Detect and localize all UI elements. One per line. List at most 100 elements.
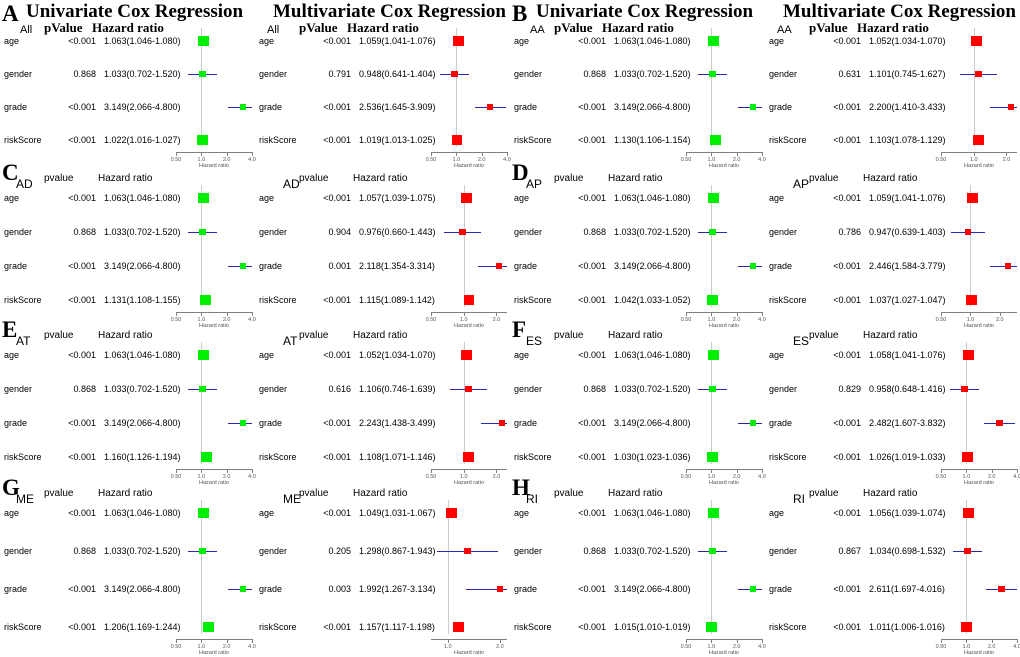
- axis-tick-label: 0.50: [935, 317, 947, 323]
- row-hazard-ratio-multivariate-b-riskscore: 1.103(1.078-1.129): [869, 135, 946, 145]
- x-axis-univariate-f: 0.50 1.0 2.0 4.0 Hazard ratio: [681, 469, 766, 487]
- x-axis-univariate-e: 0.50 1.0 2.0 4.0 Hazard ratio: [171, 469, 256, 487]
- row-label-univariate-f-gender: gender: [514, 384, 543, 394]
- row-pvalue-multivariate-c-riskscore: <0.001: [323, 295, 351, 305]
- row-label-univariate-d-gender: gender: [514, 227, 543, 237]
- row-label-univariate-a-grade: grade: [4, 102, 28, 112]
- row-pvalue-multivariate-a-gender: 0.791: [328, 69, 351, 79]
- x-axis-multivariate-a: 0.50 1.0 2.0 4.0 Hazard ratio: [426, 152, 511, 170]
- axis-tick: [252, 469, 253, 473]
- axis-tick-label: 0.50: [170, 644, 182, 650]
- row-hazard-ratio-univariate-f-riskscore: 1.030(1.023-1.036): [614, 452, 691, 462]
- axis-tick: [226, 152, 228, 156]
- axis-tick-label: 4.0: [248, 474, 256, 480]
- axis-tick: [176, 312, 177, 316]
- axis-line: [176, 469, 252, 470]
- row-hazard-ratio-univariate-h-riskscore: 1.015(1.010-1.019): [614, 622, 691, 632]
- row-pvalue-multivariate-e-grade: <0.001: [323, 418, 351, 428]
- axis-tick-label: 0.50: [170, 317, 182, 323]
- row-hazard-ratio-multivariate-h-age: 1.056(1.039-1.074): [869, 508, 946, 518]
- marker-multivariate-e-grade: [498, 419, 505, 427]
- marker-multivariate-h-gender: [964, 547, 971, 555]
- axis-title: Hazard ratio: [199, 480, 229, 486]
- axis-tick: [966, 639, 968, 643]
- forest-plot-figure: A Univariate Cox Regression All pValue Hazar…: [0, 0, 1020, 656]
- axis-line: [176, 152, 252, 153]
- marker-univariate-g-grade: [240, 585, 247, 593]
- row-hazard-ratio-multivariate-d-grade: 2.446(1.584-3.779): [869, 261, 946, 271]
- marker-multivariate-g-grade: [496, 585, 503, 592]
- row-label-univariate-b-grade: grade: [514, 102, 538, 112]
- marker-univariate-c-gender: [199, 228, 206, 236]
- axis-title: Hazard ratio: [199, 163, 229, 169]
- column-header-pvalue-multivariate-a: pValue: [299, 20, 338, 35]
- row-pvalue-univariate-d-gender: 0.868: [583, 227, 606, 237]
- row-pvalue-univariate-h-riskscore: <0.001: [578, 622, 606, 632]
- row-label-univariate-e-age: age: [4, 350, 20, 360]
- group-label-ad-univariate: AD: [16, 177, 33, 191]
- column-header-hazard-ratio-univariate-g: Hazard ratio: [98, 488, 153, 499]
- axis-tick-label: 4.0: [1013, 644, 1020, 650]
- marker-univariate-d-age: [708, 192, 719, 204]
- marker-multivariate-b-riskscore: [972, 134, 984, 146]
- row-hazard-ratio-univariate-g-age: 1.063(1.046-1.080): [104, 508, 181, 518]
- row-pvalue-univariate-h-gender: 0.868: [583, 546, 606, 556]
- row-hazard-ratio-univariate-g-riskscore: 1.206(1.169-1.244): [104, 622, 181, 632]
- row-hazard-ratio-univariate-g-grade: 3.149(2.066-4.800): [104, 584, 181, 594]
- row-pvalue-univariate-b-gender: 0.868: [583, 69, 606, 79]
- row-pvalue-multivariate-a-grade: <0.001: [323, 102, 351, 112]
- axis-tick: [941, 152, 942, 156]
- x-axis-multivariate-e: 0.50 1.0 2.0 Hazard ratio: [426, 469, 507, 487]
- column-header-hazard-ratio-univariate-b: Hazard ratio: [602, 20, 674, 35]
- axis-tick: [201, 469, 203, 473]
- axis-tick: [711, 152, 713, 156]
- marker-univariate-b-age: [708, 35, 719, 47]
- axis-tick: [686, 639, 687, 643]
- row-hazard-ratio-univariate-a-riskscore: 1.022(1.016-1.027): [104, 135, 181, 145]
- axis-title: Hazard ratio: [454, 323, 484, 329]
- row-label-univariate-b-age: age: [514, 36, 530, 46]
- x-axis-multivariate-b: 0.50 1.0 2.0 Hazard ratio: [936, 152, 1017, 170]
- column-header-pvalue-univariate-g: pvalue: [44, 488, 74, 499]
- marker-multivariate-d-gender: [964, 228, 972, 236]
- row-label-univariate-c-grade: grade: [4, 261, 28, 271]
- marker-multivariate-c-age: [460, 192, 472, 204]
- column-header-pvalue-univariate-f: pvalue: [554, 330, 584, 341]
- marker-univariate-a-grade: [240, 103, 247, 111]
- marker-univariate-d-grade: [750, 262, 757, 270]
- row-hazard-ratio-multivariate-d-age: 1.059(1.041-1.076): [869, 193, 946, 203]
- row-pvalue-univariate-c-gender: 0.868: [73, 227, 96, 237]
- axis-tick: [176, 152, 177, 156]
- row-pvalue-univariate-c-age: <0.001: [68, 193, 96, 203]
- row-pvalue-multivariate-a-age: <0.001: [323, 36, 351, 46]
- row-hazard-ratio-multivariate-b-gender: 1.101(0.745-1.627): [869, 69, 946, 79]
- row-hazard-ratio-multivariate-g-grade: 1.992(1.267-3.134): [359, 584, 436, 594]
- axis-title: Hazard ratio: [454, 163, 484, 169]
- axis-title: Hazard ratio: [454, 650, 484, 656]
- marker-multivariate-h-age: [962, 507, 974, 519]
- row-hazard-ratio-univariate-d-grade: 3.149(2.066-4.800): [614, 261, 691, 271]
- x-axis-univariate-d: 0.50 1.0 2.0 4.0 Hazard ratio: [681, 312, 766, 330]
- marker-univariate-b-grade: [750, 103, 757, 111]
- axis-tick: [686, 312, 687, 316]
- row-label-univariate-a-age: age: [4, 36, 20, 46]
- axis-tick-label: 2.0: [492, 474, 501, 480]
- row-hazard-ratio-univariate-c-grade: 3.149(2.066-4.800): [104, 261, 181, 271]
- marker-multivariate-a-gender: [451, 70, 458, 78]
- row-hazard-ratio-multivariate-a-gender: 0.948(0.641-1.404): [359, 69, 436, 79]
- row-label-univariate-h-gender: gender: [514, 546, 543, 556]
- x-axis-multivariate-h: 0.50 1.0 2.0 4.0 Hazard ratio: [936, 639, 1020, 657]
- row-hazard-ratio-univariate-d-age: 1.063(1.046-1.080): [614, 193, 691, 203]
- row-label-univariate-e-grade: grade: [4, 418, 28, 428]
- axis-title: Hazard ratio: [709, 480, 739, 486]
- column-header-pvalue-multivariate-c: pvalue: [299, 173, 329, 184]
- row-pvalue-univariate-g-riskscore: <0.001: [68, 622, 96, 632]
- axis-title: Hazard ratio: [964, 163, 994, 169]
- column-header-hazard-ratio-univariate-f: Hazard ratio: [608, 330, 663, 341]
- row-pvalue-multivariate-d-age: <0.001: [833, 193, 861, 203]
- row-label-multivariate-f-gender: gender: [769, 384, 798, 394]
- row-hazard-ratio-multivariate-f-grade: 2.482(1.607-3.832): [869, 418, 946, 428]
- marker-multivariate-e-age: [460, 349, 472, 361]
- row-hazard-ratio-multivariate-e-gender: 1.106(0.746-1.639): [359, 384, 436, 394]
- x-axis-multivariate-d: 0.50 1.0 2.0 Hazard ratio: [936, 312, 1017, 330]
